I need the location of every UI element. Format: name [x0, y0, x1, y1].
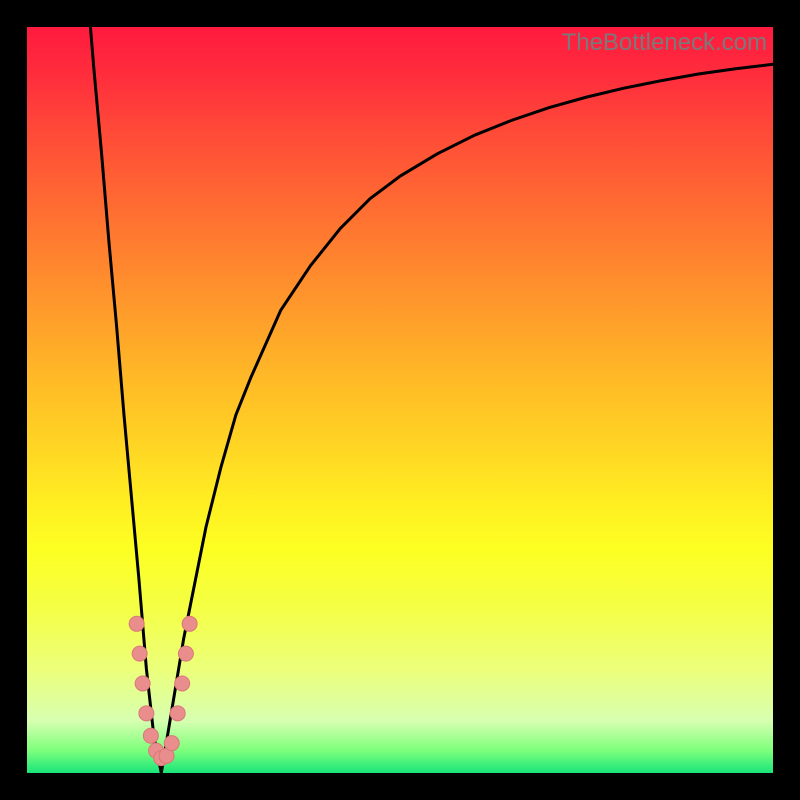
marker-layer — [129, 616, 197, 765]
data-marker — [178, 646, 193, 661]
data-marker — [175, 676, 190, 691]
curve-layer — [90, 27, 773, 773]
plot-area: TheBottleneck.com — [27, 27, 773, 773]
data-marker — [132, 646, 147, 661]
curve-right-branch — [161, 64, 773, 773]
chart-frame: TheBottleneck.com — [0, 0, 800, 800]
data-marker — [164, 736, 179, 751]
data-marker — [170, 706, 185, 721]
curve-left-branch — [90, 27, 161, 773]
data-marker — [129, 616, 144, 631]
chart-svg — [27, 27, 773, 773]
data-marker — [139, 706, 154, 721]
data-marker — [135, 676, 150, 691]
data-marker — [182, 616, 197, 631]
data-marker — [143, 728, 158, 743]
